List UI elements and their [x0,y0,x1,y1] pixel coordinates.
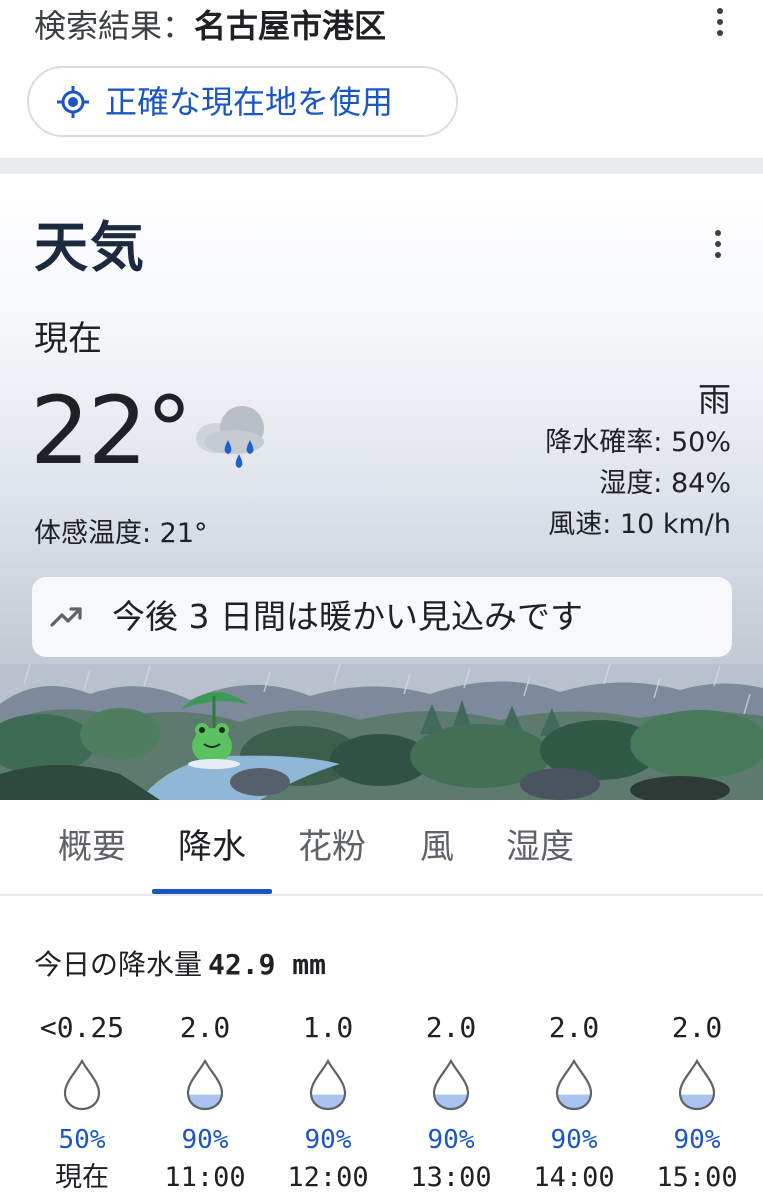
raindrop-icon [678,1058,716,1111]
my-location-icon [57,86,89,118]
precip-total-label: 今日の降水量 [34,948,203,981]
raindrop-icon [432,1058,470,1111]
hour-probability: 90% [181,1125,229,1155]
weather-stats: 雨 降水確率: 50% 湿度: 84% 風速: 10 km/h [545,378,731,545]
rain-cloud-icon [196,406,264,468]
forecast-text: 今後 3 日間は暖かい見込みです [112,597,583,636]
hour-time: 現在 [55,1162,109,1193]
weather-tabs: 概要 降水 花粉 風 湿度 [0,800,763,896]
tab-humidity[interactable]: 湿度 [506,824,574,870]
raindrop-icon [186,1058,224,1111]
hour-time: 14:00 [533,1162,615,1193]
raindrop-outline [63,1058,101,1111]
use-precise-location-button[interactable]: 正確な現在地を使用 [27,66,458,137]
search-result-title: 検索結果：名古屋市港区 [34,4,386,48]
tab-wind[interactable]: 風 [420,824,454,870]
current-label: 現在 [34,319,102,359]
hour-item[interactable]: 1.0 90% 12:00 [266,1006,390,1200]
tab-overview[interactable]: 概要 [58,824,126,870]
raindrop-icon [555,1058,593,1111]
hour-time: 13:00 [410,1162,492,1193]
hour-time: 12:00 [287,1162,369,1193]
precipitation-chance: 降水確率: 50% [545,427,731,458]
hour-probability: 90% [673,1125,721,1155]
weather-more-options-icon[interactable] [714,230,722,260]
raindrop-icon [309,1058,347,1111]
hour-amount: 2.0 [548,1011,600,1044]
today-precipitation-total: 今日の降水量 42.9 mm [34,944,326,986]
active-tab-indicator [152,889,272,894]
forecast-banner[interactable]: 今後 3 日間は暖かい見込みです [32,577,732,657]
hour-time: 15:00 [656,1162,738,1193]
more-options-icon[interactable] [716,8,724,38]
raindrop-icon [63,1058,101,1111]
search-place-name: 名古屋市港区 [194,7,387,45]
search-header: 検索結果：名古屋市港区 正確な現在地を使用 [0,0,763,158]
hour-time: 11:00 [164,1162,246,1193]
search-result-label: 検索結果： [34,7,195,45]
hour-item[interactable]: 2.0 90% 13:00 [389,1006,513,1200]
hour-amount: <0.25 [39,1011,125,1044]
hour-item[interactable]: 2.0 90% 15:00 [635,1006,759,1200]
hour-probability: 50% [58,1125,106,1155]
tab-pollen[interactable]: 花粉 [298,824,366,870]
precip-total-value: 42.9 mm [208,948,327,981]
trending-up-icon [50,607,82,627]
rainy-landscape-illustration [0,664,763,800]
hour-probability: 90% [304,1125,352,1155]
hourly-precipitation: <0.25 50% 現在 2.0 90% 11:00 1.0 90% 12:00… [20,1006,760,1200]
hour-probability: 90% [550,1125,598,1155]
hour-probability: 90% [427,1125,475,1155]
hour-amount: 2.0 [671,1011,723,1044]
weather-heading: 天気 [34,216,146,279]
feels-like-temperature: 体感温度: 21° [34,518,208,549]
hour-item[interactable]: 2.0 90% 11:00 [143,1006,267,1200]
hour-amount: 1.0 [302,1011,354,1044]
hour-item[interactable]: 2.0 90% 14:00 [512,1006,636,1200]
tab-precipitation[interactable]: 降水 [178,824,246,870]
section-divider [0,158,763,174]
wind-speed: 風速: 10 km/h [548,509,731,540]
weather-condition: 雨 [698,380,731,419]
hour-item[interactable]: <0.25 50% 現在 [20,1006,144,1200]
weather-card: 天気 現在 22° 体感温度: 21° 雨 降水確率: 50% 湿度: 84% … [0,174,763,800]
use-precise-location-label: 正確な現在地を使用 [105,83,394,121]
humidity: 湿度: 84% [599,468,731,499]
hour-amount: 2.0 [425,1011,477,1044]
current-temperature: 22° [30,377,193,486]
hour-amount: 2.0 [179,1011,231,1044]
